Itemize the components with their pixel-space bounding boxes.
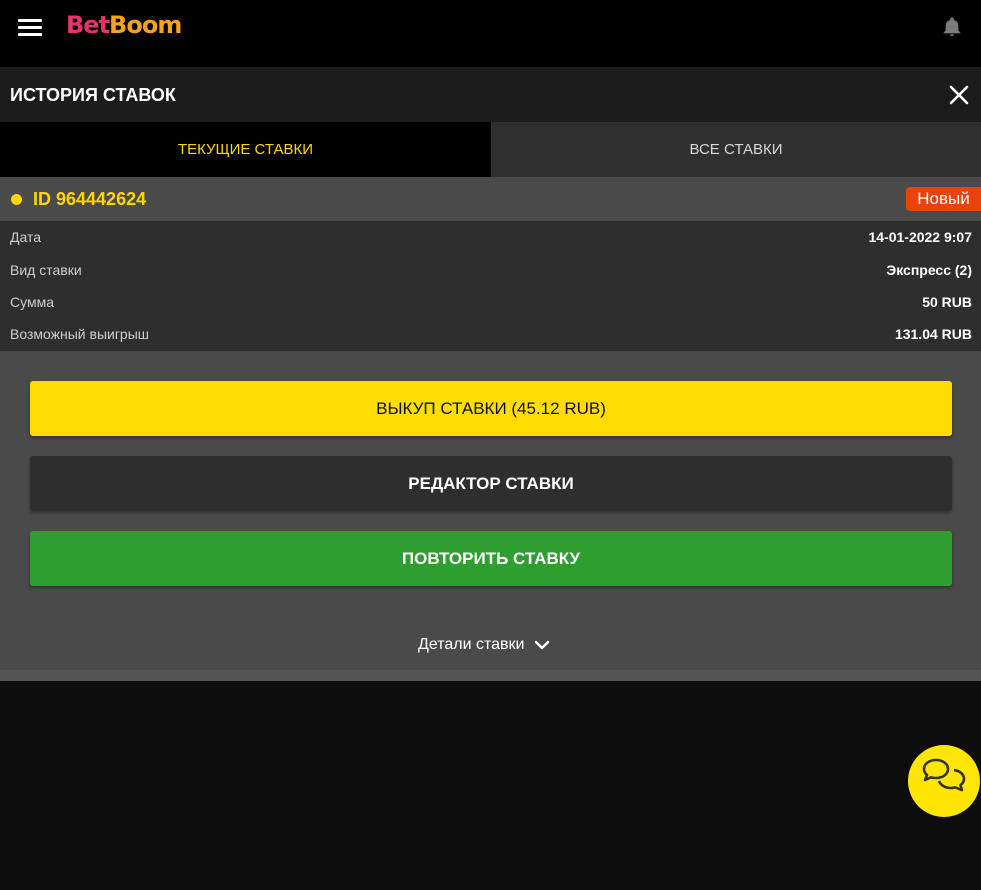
page-header: ИСТОРИЯ СТАВОК [0,67,981,122]
tab-all-bets[interactable]: ВСЕ СТАВКИ [491,122,981,177]
bet-tabs: ТЕКУЩИЕ СТАВКИ ВСЕ СТАВКИ [0,122,981,177]
bet-info: Дата 14-01-2022 9:07 Вид ставки Экспресс… [0,221,981,351]
bet-info-value: 131.04 RUB [894,326,972,342]
bet-info-value: 14-01-2022 9:07 [868,229,972,245]
bet-info-label: Сумма [10,294,54,310]
bet-info-label: Возможный выигрыш [10,326,150,342]
repeat-bet-button[interactable]: ПОВТОРИТЬ СТАВКУ [30,531,952,586]
status-dot-icon [11,194,22,205]
bet-header [0,177,981,221]
tab-current-bets[interactable]: ТЕКУЩИЕ СТАВКИ [0,122,491,177]
bet-info-label: Вид ставки [10,262,82,278]
top-bar: BetBoom [0,0,981,67]
bet-info-value: 50 RUB [922,294,972,310]
page-title: ИСТОРИЯ СТАВОК [10,85,176,105]
hamburger-line [18,33,42,36]
hamburger-line [18,26,42,29]
hamburger-line [18,19,42,22]
bet-info-row: Вид ставки Экспресс (2) [0,254,981,286]
chat-icon [922,758,966,792]
close-icon[interactable] [948,84,970,106]
brand-logo-part2: Boom [109,11,182,39]
chat-button[interactable] [908,745,980,817]
chevron-down-icon [535,640,550,650]
bet-id: ID 964442624 [33,189,147,209]
actions-footer [0,670,981,681]
bet-info-row: Дата 14-01-2022 9:07 [0,221,981,253]
bet-details-toggle[interactable]: Детали ставки [418,634,550,656]
bell-icon[interactable] [941,15,963,39]
bet-details-label: Детали ставки [418,636,525,653]
status-badge: Новый [906,187,981,211]
hamburger-menu-button[interactable] [18,17,42,37]
bet-info-label: Дата [10,229,42,245]
brand-logo[interactable]: BetBoom [66,10,182,40]
brand-logo-part1: Bet [66,11,110,39]
edit-bet-button[interactable]: РЕДАКТОР СТАВКИ [30,456,952,511]
bet-info-row: Сумма 50 RUB [0,286,981,318]
bet-info-value: Экспресс (2) [886,262,972,278]
bet-info-row: Возможный выигрыш 131.04 RUB [0,318,981,350]
cashout-button[interactable]: ВЫКУП СТАВКИ (45.12 RUB) [30,381,952,436]
